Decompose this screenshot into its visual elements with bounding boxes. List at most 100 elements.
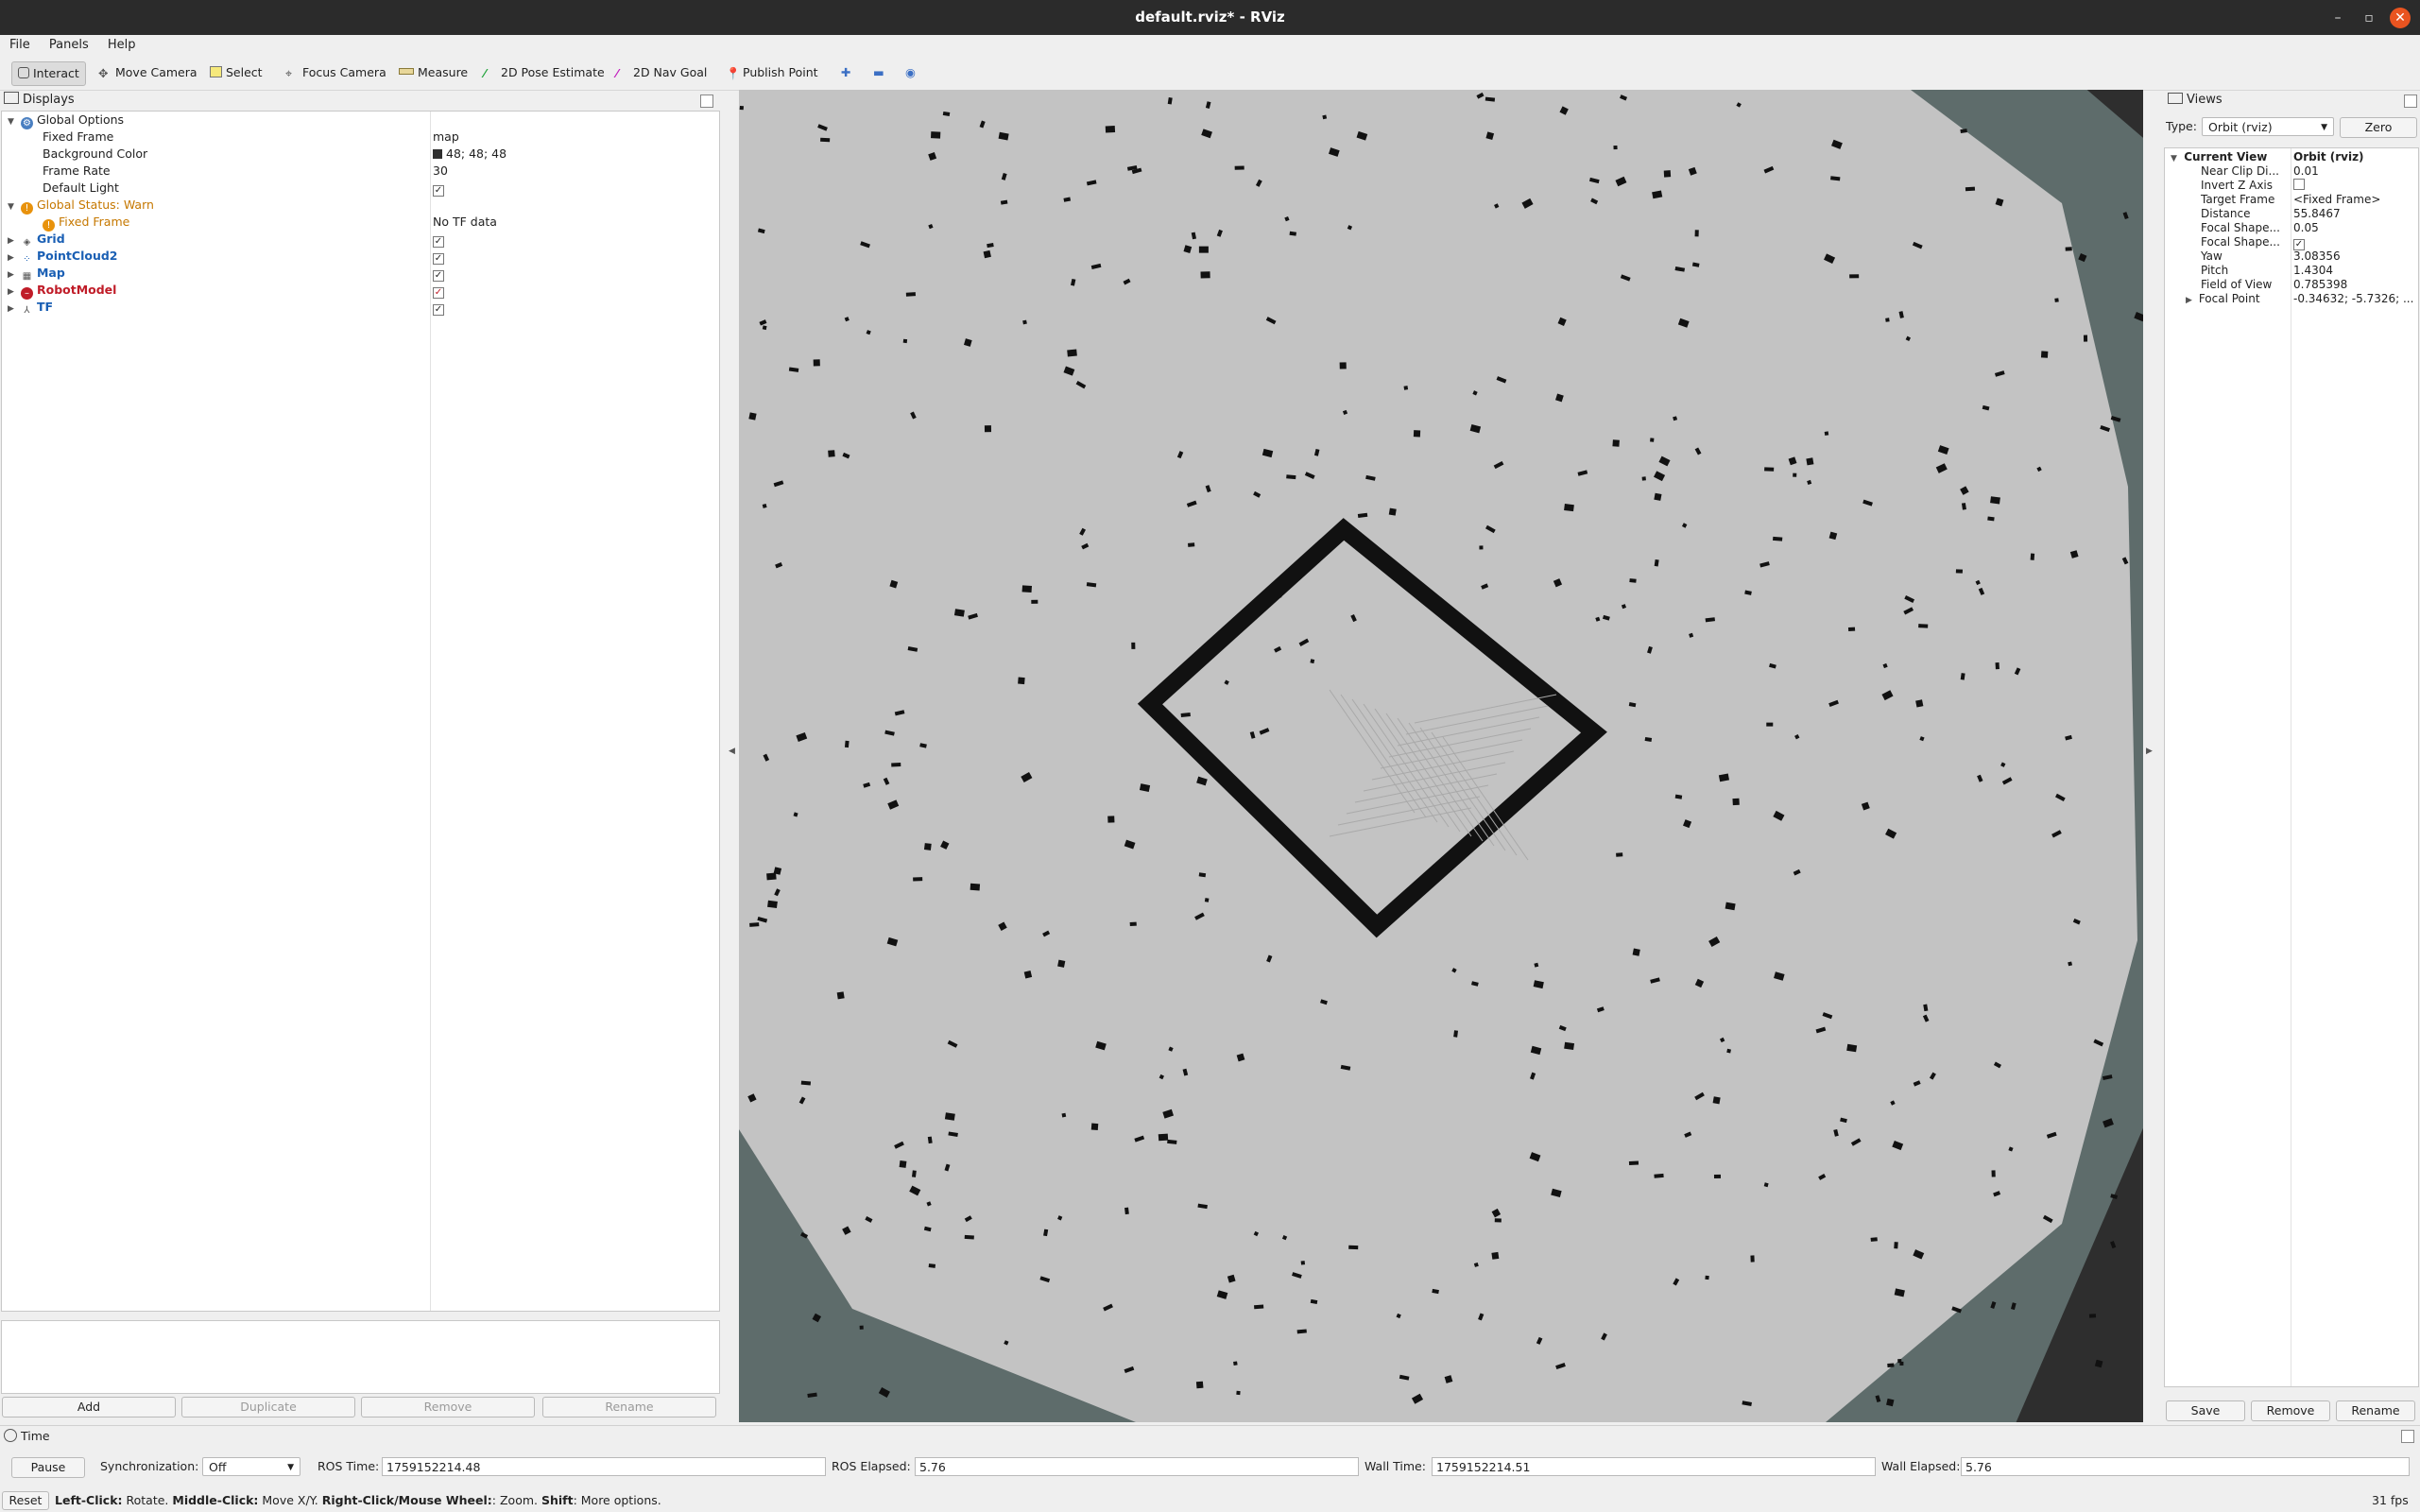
measure-tool[interactable]: Measure — [393, 61, 473, 84]
camera-icon — [2168, 93, 2183, 104]
remove-display-button[interactable]: Remove — [361, 1397, 535, 1418]
collapse-arrow-icon[interactable]: ▶ — [2186, 294, 2195, 308]
menu-file[interactable]: File — [0, 35, 30, 52]
status-fixed-frame-label: Fixed Frame — [59, 215, 130, 229]
ros-elapsed-field[interactable]: 5.76 — [915, 1457, 1359, 1476]
menu-help[interactable]: Help — [93, 35, 136, 52]
pitch-value[interactable]: 1.4304 — [2293, 264, 2333, 278]
add-tool-icon[interactable]: ✚ — [835, 61, 856, 84]
move-camera-tool[interactable]: ✥ Move Camera — [93, 61, 203, 84]
tf-checkbox[interactable]: ✓ — [433, 304, 444, 316]
close-button[interactable]: ✕ — [2390, 8, 2411, 28]
ros-time-label: ROS Time: — [318, 1459, 380, 1473]
target-frame-value[interactable]: <Fixed Frame> — [2293, 193, 2380, 207]
display-item-robotmodel[interactable]: ▶ – RobotModel — [8, 282, 116, 300]
yaw-value[interactable]: 3.08356 — [2293, 249, 2341, 264]
view-type-select[interactable]: Orbit (rviz) ▼ — [2202, 117, 2334, 136]
displays-title: Displays — [23, 93, 75, 107]
status-fixed-frame-row: ! Fixed Frame — [43, 214, 130, 232]
minimize-button[interactable]: – — [2327, 8, 2348, 28]
background-color-value[interactable]: 48; 48; 48 — [433, 146, 506, 163]
current-view-row[interactable]: ▼ Current View — [2171, 150, 2267, 164]
views-header: Views — [2164, 91, 2420, 110]
globe-icon: ⚙ — [20, 117, 33, 129]
select-tool[interactable]: Select — [204, 61, 268, 84]
near-clip-value[interactable]: 0.01 — [2293, 164, 2319, 179]
default-light-checkbox[interactable]: ✓ — [433, 185, 444, 197]
expand-arrow-icon[interactable]: ▼ — [8, 113, 17, 130]
publish-point-label: Publish Point — [743, 65, 818, 79]
menu-panels[interactable]: Panels — [34, 35, 89, 52]
frame-rate-label: Frame Rate — [43, 163, 111, 178]
global-status-row[interactable]: ▼ ! Global Status: Warn — [8, 197, 154, 215]
undock-icon[interactable] — [2401, 1430, 2414, 1443]
collapse-arrow-icon[interactable]: ▶ — [8, 301, 17, 318]
focal-point-row[interactable]: ▶ Focal Point — [2186, 292, 2260, 306]
add-button[interactable]: Add — [2, 1397, 176, 1418]
fixed-frame-value[interactable]: map — [433, 129, 459, 146]
status-fixed-frame-value: No TF data — [433, 215, 497, 229]
grid-checkbox[interactable]: ✓ — [433, 236, 444, 248]
nav-goal-tool[interactable]: ⁄ 2D Nav Goal — [610, 61, 712, 84]
green-arrow-icon: ⁄ — [484, 66, 487, 80]
grid-label: Grid — [36, 232, 65, 246]
ros-time-field[interactable]: 1759152214.48 — [382, 1457, 826, 1476]
occupancy-map[interactable] — [739, 90, 2143, 1422]
display-item-pointcloud2[interactable]: ▶ ⁘ PointCloud2 — [8, 248, 117, 265]
collapse-right-icon[interactable]: ▶ — [2146, 747, 2153, 756]
type-label: Type: — [2166, 119, 2197, 133]
rename-display-button[interactable]: Rename — [542, 1397, 716, 1418]
field-of-view-value[interactable]: 0.785398 — [2293, 278, 2347, 292]
collapse-left-icon[interactable]: ◀ — [729, 747, 735, 756]
pointcloud2-checkbox[interactable]: ✓ — [433, 253, 444, 265]
focal-shape-fixed-label: Focal Shape... — [2201, 235, 2280, 249]
distance-value[interactable]: 55.8467 — [2293, 207, 2341, 221]
focal-shape-size-label: Focal Shape... — [2201, 221, 2280, 234]
focus-camera-label: Focus Camera — [302, 65, 386, 79]
remove-view-button[interactable]: Remove — [2251, 1400, 2330, 1421]
wall-time-field[interactable]: 1759152214.51 — [1432, 1457, 1876, 1476]
pause-button[interactable]: Pause — [11, 1457, 85, 1478]
displays-tree: ▼ ⚙ Global Options Fixed Frame map Backgr… — [1, 111, 720, 1312]
rename-view-button[interactable]: Rename — [2336, 1400, 2415, 1421]
interact-label: Interact — [33, 66, 79, 80]
pose-estimate-tool[interactable]: ⁄ 2D Pose Estimate — [478, 61, 610, 84]
interact-tool[interactable]: Interact — [11, 61, 86, 86]
zero-button[interactable]: Zero — [2340, 117, 2417, 138]
focal-shape-size-value[interactable]: 0.05 — [2293, 221, 2319, 235]
toolbar: Interact ✥ Move Camera Select ⌖ Focus Came… — [0, 56, 2420, 91]
save-view-button[interactable]: Save — [2166, 1400, 2245, 1421]
axes-icon: ⅄ — [24, 305, 30, 316]
frame-rate-value[interactable]: 30 — [433, 163, 448, 180]
focal-point-value[interactable]: -0.34632; -5.7326; ... — [2293, 292, 2413, 306]
remove-tool-icon[interactable]: ▬ — [867, 61, 890, 84]
invert-z-checkbox[interactable] — [2293, 179, 2305, 190]
column-divider — [430, 112, 431, 1311]
focus-camera-tool[interactable]: ⌖ Focus Camera — [280, 61, 392, 84]
display-item-map[interactable]: ▶ ▦ Map — [8, 265, 65, 282]
map-checkbox[interactable]: ✓ — [433, 270, 444, 282]
expand-arrow-icon[interactable]: ▼ — [2171, 152, 2180, 166]
chevron-down-icon: ▼ — [287, 1463, 294, 1472]
synchronization-select[interactable]: Off ▼ — [202, 1457, 300, 1476]
hand-icon — [18, 67, 29, 78]
synchronization-label: Synchronization: — [100, 1459, 199, 1473]
undock-icon[interactable] — [700, 94, 713, 108]
display-item-grid[interactable]: ▶ ◈ Grid — [8, 231, 65, 248]
wall-elapsed-field[interactable]: 5.76 — [1961, 1457, 2410, 1476]
move-camera-label: Move Camera — [115, 65, 197, 79]
undock-icon[interactable] — [2404, 94, 2417, 108]
default-light-label: Default Light — [43, 180, 119, 195]
eye-icon[interactable]: ◉ — [900, 61, 921, 84]
global-options-row[interactable]: ▼ ⚙ Global Options — [8, 112, 124, 129]
render-viewport[interactable] — [739, 90, 2143, 1422]
maximize-button[interactable]: ▫ — [2359, 8, 2379, 28]
menu-bar: File Panels Help — [0, 35, 2420, 56]
display-item-tf[interactable]: ▶ ⅄ TF — [8, 299, 53, 316]
expand-arrow-icon[interactable]: ▼ — [8, 198, 17, 215]
reset-button[interactable]: Reset — [2, 1491, 49, 1510]
time-header: Time — [4, 1427, 50, 1446]
duplicate-button[interactable]: Duplicate — [181, 1397, 355, 1418]
robotmodel-checkbox[interactable]: ✓ — [433, 287, 444, 299]
publish-point-tool[interactable]: 📍 Publish Point — [720, 61, 824, 84]
